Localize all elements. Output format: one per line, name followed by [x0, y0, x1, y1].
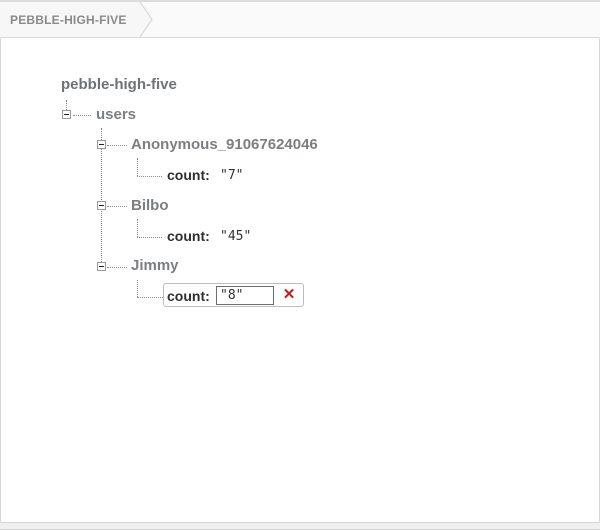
field-value[interactable]: "7": [220, 168, 243, 183]
tree-connector: [137, 219, 138, 237]
tree-connector: [137, 297, 163, 298]
child-node-label[interactable]: Anonymous_91067624046: [131, 136, 318, 153]
child-node-label[interactable]: Jimmy: [131, 257, 179, 274]
collapse-icon[interactable]: [62, 110, 71, 119]
tree-connector: [137, 176, 162, 177]
tree-connector: [107, 267, 127, 268]
tree-connector: [107, 206, 127, 207]
collapse-icon[interactable]: [97, 262, 106, 271]
child-node-label[interactable]: Bilbo: [131, 197, 169, 214]
value-edit-input[interactable]: [216, 286, 274, 305]
delete-icon[interactable]: ✕: [281, 287, 297, 303]
tree-connector: [66, 100, 67, 110]
data-tree: pebble-high-five users Anonymous_9106762…: [0, 0, 600, 528]
field-key: count:: [167, 228, 210, 244]
field-value[interactable]: "45": [220, 229, 251, 244]
field-key: count:: [167, 288, 210, 304]
tree-connector: [137, 158, 138, 176]
root-node-label[interactable]: pebble-high-five: [61, 76, 177, 93]
collapse-icon[interactable]: [97, 201, 106, 210]
collapse-icon[interactable]: [97, 140, 106, 149]
tree-connector: [137, 237, 162, 238]
field-key: count:: [167, 167, 210, 183]
users-node-label[interactable]: users: [96, 106, 136, 123]
tree-connector: [137, 280, 138, 297]
tree-connector: [107, 145, 127, 146]
tree-connector: [73, 115, 91, 116]
